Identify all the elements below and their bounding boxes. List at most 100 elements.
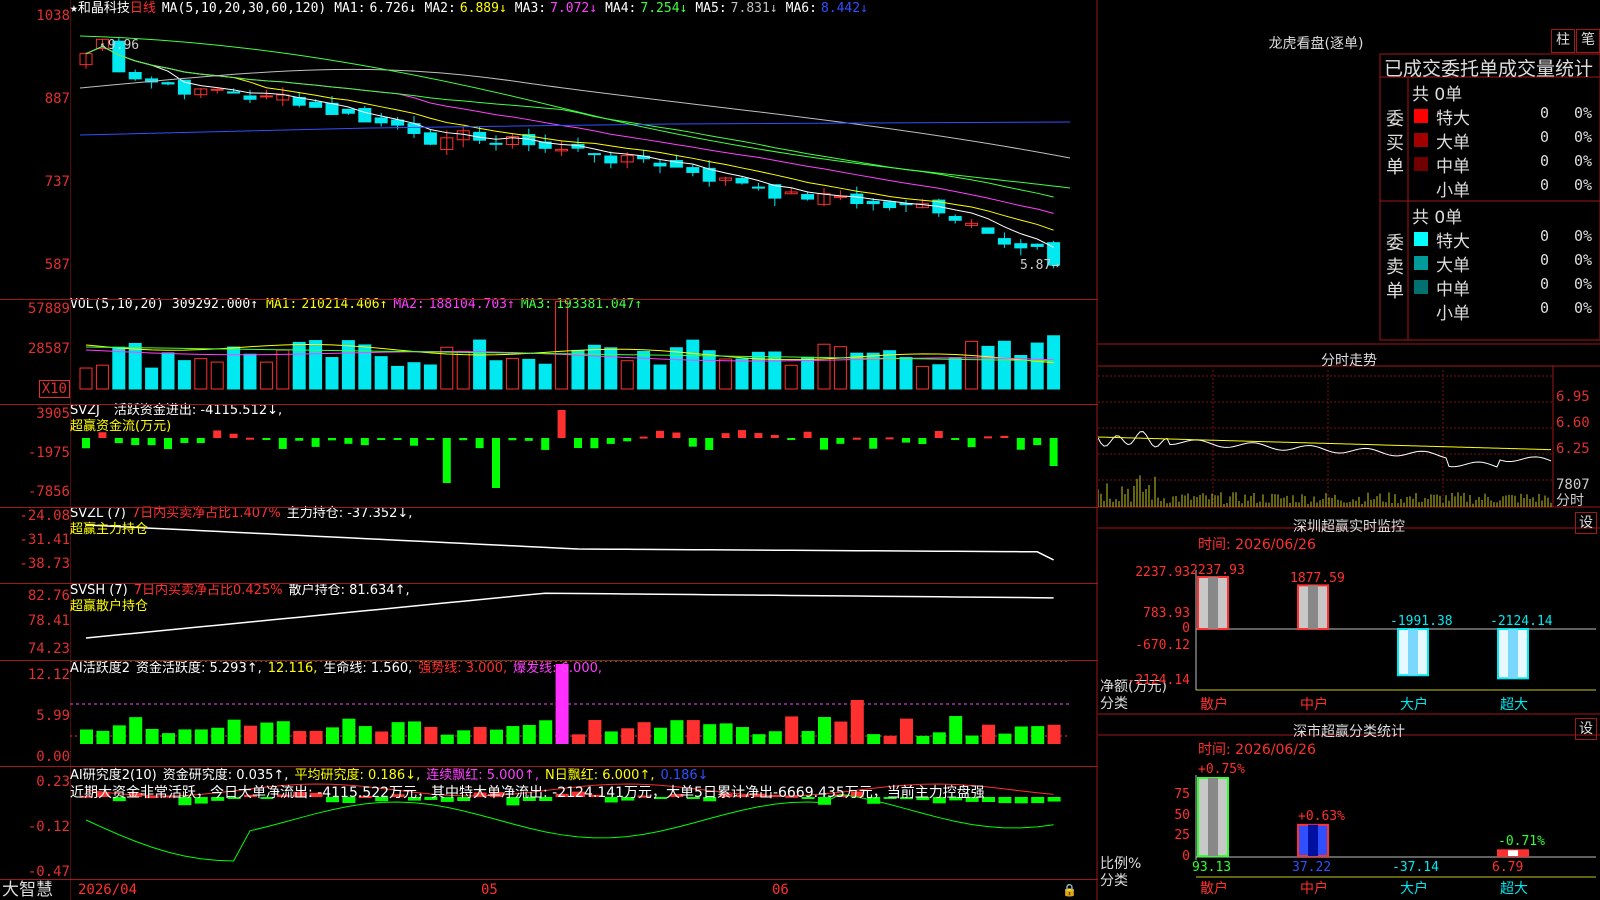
activity-bar (539, 720, 553, 744)
monitor-category-label: 大户 (1400, 697, 1428, 713)
ma3-value: 7.072↓ (550, 1, 598, 16)
volume-bar (915, 365, 929, 390)
order-color-swatch (1414, 256, 1428, 270)
activity-bar (375, 731, 389, 744)
buy-total: 共 0单 (1412, 85, 1463, 105)
activity-bar (112, 725, 126, 744)
ai2-axis-label: -0.47 (27, 864, 70, 880)
stock-name[interactable]: 和晶科技 (78, 1, 130, 16)
monitor-settings-button[interactable]: 设 (1575, 512, 1597, 534)
stat-settings-button[interactable]: 设 (1575, 718, 1597, 740)
monitor-bar-value: 1877.59 (1290, 571, 1345, 587)
svzl-axis-label: -24.08 (19, 508, 70, 524)
ma3-line (85, 45, 1054, 214)
volume-bar (243, 353, 257, 390)
volume-bar (128, 342, 142, 390)
candle-body (850, 193, 864, 205)
stat-category-label: 散户 (1200, 881, 1228, 897)
lock-icon[interactable]: 🔒 (1062, 883, 1077, 898)
candle-body (686, 167, 700, 173)
candle-body (1030, 243, 1044, 247)
volume-bar (276, 349, 290, 390)
tick-mode-button[interactable]: 笔 (1576, 29, 1600, 53)
order-type-label: 中单 (1436, 157, 1470, 177)
candle-body (997, 238, 1011, 245)
fund-flow-bar (508, 438, 517, 441)
volume-bar (768, 351, 782, 390)
monitor-bar-value: -2124.14 (1490, 614, 1553, 629)
ai2-header: AI研究度2(10) 资金研究度: 0.035↑, 平均研究度: 0.186↓, 连续… (70, 768, 715, 783)
volume-bar (637, 350, 651, 390)
fund-flow-bar (541, 438, 550, 450)
fund-flow-bar (213, 430, 222, 438)
monitor-bar-shade (1408, 629, 1418, 676)
candle-body (210, 88, 224, 91)
activity-bar (260, 722, 274, 744)
volume-bar (587, 344, 601, 390)
activity-bar (162, 733, 175, 744)
period-label[interactable]: 日线 (130, 1, 156, 16)
right-panel-canvas (1098, 53, 1600, 878)
order-pct: 0% (1574, 299, 1593, 317)
stat-axis-label: 25 (1174, 828, 1190, 843)
fund-flow-bar (278, 438, 287, 449)
activity-bar (883, 735, 897, 744)
monitor-axis-label: -2124.14 (1127, 673, 1190, 688)
ma5-value: 7.831↓ (730, 1, 778, 16)
fund-flow-bar (852, 437, 861, 440)
bar-mode-button[interactable]: 柱 (1551, 29, 1575, 53)
order-stat-subtitle: 已成交委托单成交量统计 (1384, 58, 1594, 80)
ma3-label: MA3: (514, 1, 547, 16)
volume-bar (817, 343, 831, 390)
fund-flow-bar (1049, 438, 1058, 466)
kline-chart-canvas[interactable] (70, 0, 1098, 900)
volume-bar (669, 347, 683, 390)
research-bar (998, 797, 1012, 804)
candle-body (1014, 243, 1028, 249)
main-holding-line (85, 524, 1054, 561)
fund-flow-bar (885, 437, 894, 440)
activity-bar (604, 731, 618, 744)
order-pct: 0% (1574, 251, 1593, 269)
activity-bar (621, 728, 635, 744)
order-type-label: 小单 (1436, 304, 1470, 324)
favorite-star-icon[interactable]: ★ (70, 1, 78, 16)
fenshi-axis-label: 6.25 (1556, 441, 1590, 457)
activity-bar (719, 723, 733, 744)
high-price-marker: ↖9.96 (100, 38, 140, 53)
ma1-value: 6.726↓ (369, 1, 417, 16)
svsh-pct: 7日内买卖净占比0.425% (133, 583, 283, 598)
ai2-item: 连续飘红: 5.000↑, (426, 768, 539, 783)
retail-holding-line (85, 592, 1054, 639)
candle-body (981, 227, 995, 234)
ai2-axis-label: -0.12 (27, 819, 70, 835)
monitor-category-label: 超大 (1500, 697, 1528, 713)
volume-bar (620, 360, 634, 390)
fenshi-title: 分时走势 (1321, 353, 1377, 369)
svsh-axis-label: 82.76 (27, 588, 70, 604)
ai2-values: 资金研究度: 0.035↑, 平均研究度: 0.186↓, 连续飘红: 5.000↑… (163, 768, 715, 783)
candle-body (423, 132, 437, 145)
fund-flow-bar (295, 438, 304, 441)
fenshi-price-line (1098, 431, 1552, 468)
volume-bar (489, 360, 503, 390)
kline-chart-area[interactable]: ★和晶科技日线 MA(5,10,20,30,60,120) MA1: 6.726↓ MA… (70, 0, 1098, 900)
activity-bar (424, 726, 438, 744)
svzl-subtitle: 超赢主力持仓 (70, 522, 149, 537)
volume-bar (194, 358, 208, 390)
activity-bar (309, 730, 323, 744)
candle-body (751, 186, 765, 189)
order-pct: 0% (1574, 227, 1593, 245)
ai1-axis-label: 0.00 (36, 749, 70, 765)
fund-flow-bar (196, 438, 205, 444)
order-count: 0 (1540, 275, 1550, 293)
stat-category-label: 中户 (1300, 881, 1328, 897)
activity-bar (736, 727, 749, 744)
fund-flow-bar (147, 438, 156, 446)
fund-flow-bar (820, 438, 828, 450)
volume-bar (325, 357, 339, 390)
research-bar (1031, 797, 1045, 804)
candle-body (341, 108, 355, 114)
ma1-line (85, 45, 1054, 248)
candle-body (587, 153, 601, 156)
